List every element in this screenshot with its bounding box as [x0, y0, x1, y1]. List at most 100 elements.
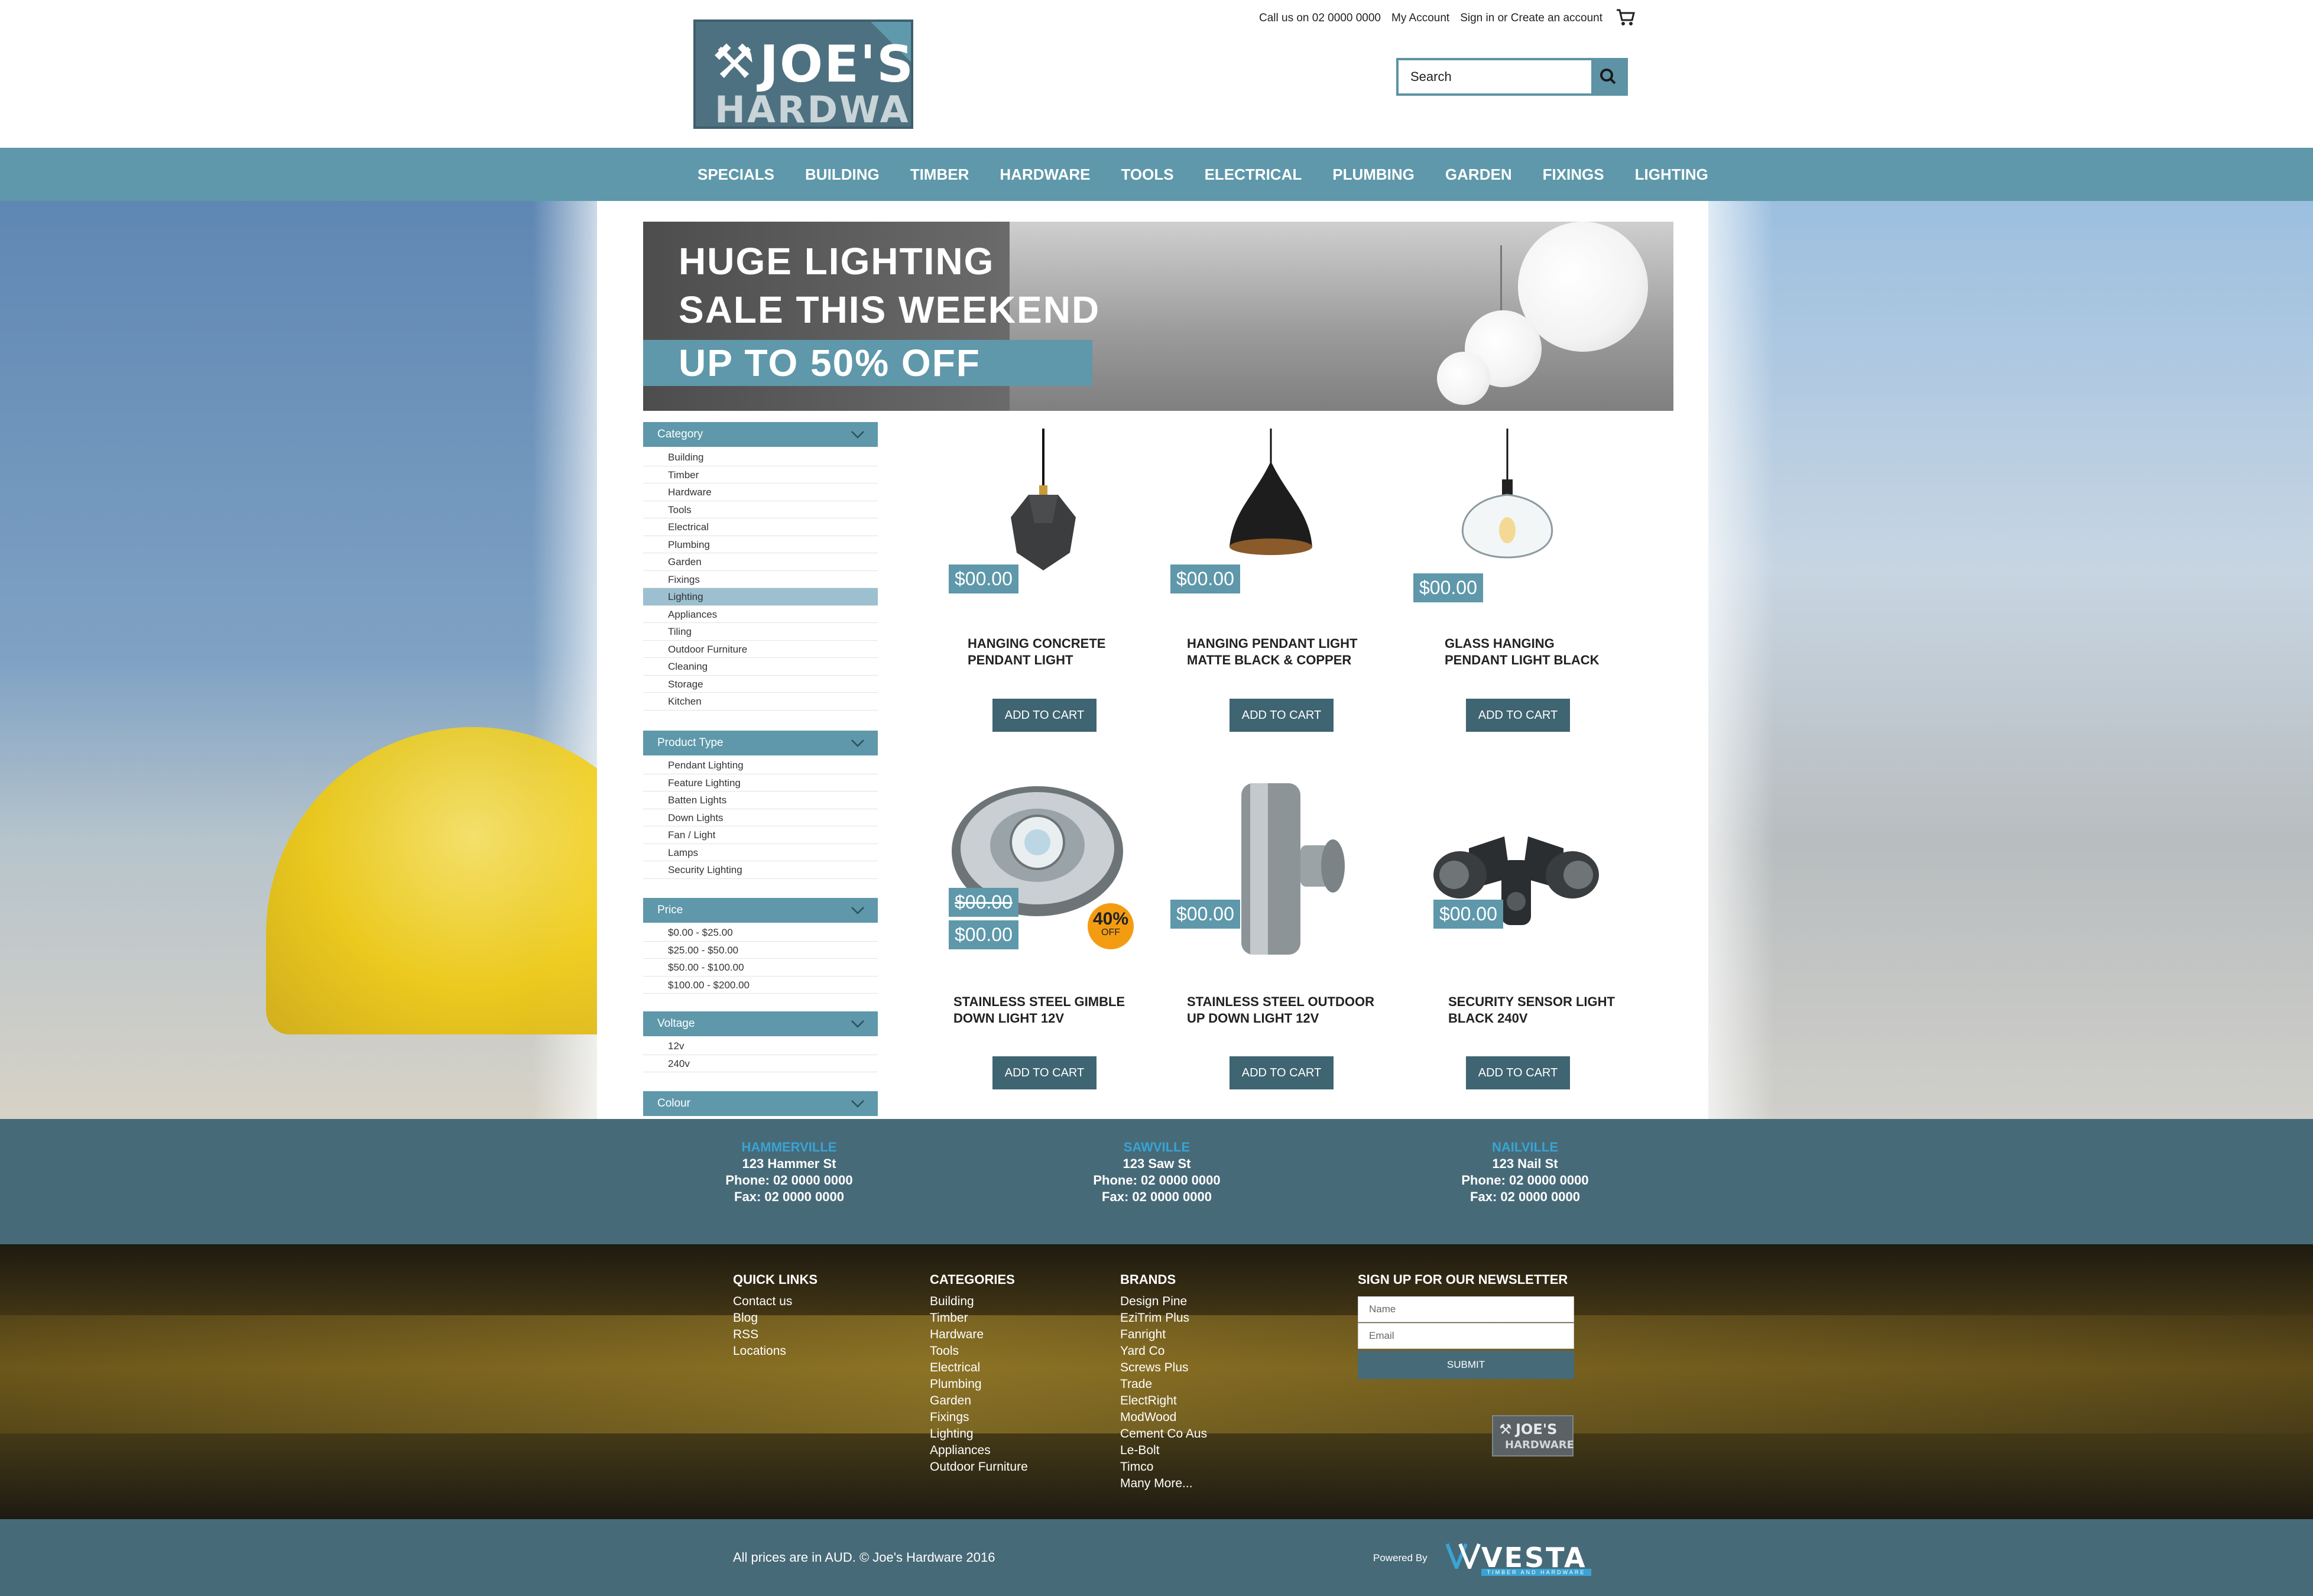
footer-link[interactable]: Yard Co: [1120, 1343, 1207, 1360]
footer-link[interactable]: Cement Co Aus: [1120, 1426, 1207, 1442]
location-name[interactable]: SAWVILLE: [1056, 1139, 1257, 1156]
nav-tools[interactable]: TOOLS: [1121, 166, 1173, 184]
nav-timber[interactable]: TIMBER: [910, 166, 969, 184]
filter-voltage-item[interactable]: 12v: [643, 1037, 878, 1055]
nav-electrical[interactable]: ELECTRICAL: [1205, 166, 1302, 184]
filter-category-item[interactable]: Kitchen: [643, 693, 878, 711]
filter-price-item[interactable]: $25.00 - $50.00: [643, 942, 878, 959]
newsletter-submit-button[interactable]: SUBMIT: [1358, 1351, 1574, 1379]
footer-link[interactable]: Many More...: [1120, 1475, 1207, 1492]
footer-link[interactable]: Timber: [930, 1310, 1028, 1326]
filter-product-type-item[interactable]: Batten Lights: [643, 791, 878, 809]
filter-category-item[interactable]: Building: [643, 449, 878, 466]
filter-product-type-item[interactable]: Lamps: [643, 844, 878, 861]
filter-category-item[interactable]: Plumbing: [643, 536, 878, 553]
footer-link[interactable]: Garden: [930, 1393, 1028, 1409]
vesta-logo[interactable]: VESTA TIMBER AND HARDWARE: [1446, 1540, 1594, 1576]
location-name[interactable]: NAILVILLE: [1425, 1139, 1626, 1156]
footer-link[interactable]: Tools: [930, 1343, 1028, 1360]
filter-voltage-item[interactable]: 240v: [643, 1055, 878, 1072]
filter-category-item[interactable]: Tiling: [643, 623, 878, 641]
filter-product-type-item[interactable]: Down Lights: [643, 809, 878, 826]
footer-link[interactable]: Blog: [733, 1310, 818, 1326]
filter-product-type-item[interactable]: Feature Lighting: [643, 774, 878, 791]
footer-link[interactable]: Design Pine: [1120, 1293, 1207, 1310]
product-name[interactable]: STAINLESS STEEL OUTDOOR UP DOWN LIGHT 12…: [1187, 994, 1374, 1027]
nav-plumbing[interactable]: PLUMBING: [1332, 166, 1415, 184]
footer-link[interactable]: Building: [930, 1293, 1028, 1310]
footer-link[interactable]: Timco: [1120, 1459, 1207, 1475]
filter-colour-header[interactable]: Colour: [643, 1091, 878, 1116]
filter-product-type-item[interactable]: Security Lighting: [643, 861, 878, 879]
filter-price-item[interactable]: $0.00 - $25.00: [643, 924, 878, 942]
filter-price-item[interactable]: $50.00 - $100.00: [643, 959, 878, 977]
filter-category-item[interactable]: Tools: [643, 501, 878, 518]
footer-logo[interactable]: ⚒ JOE'S HARDWARE: [1492, 1415, 1574, 1456]
newsletter-name-input[interactable]: [1358, 1296, 1574, 1322]
filter-category-item[interactable]: Cleaning: [643, 658, 878, 676]
footer-link[interactable]: Appliances: [930, 1442, 1028, 1459]
filter-product-type-item[interactable]: Fan / Light: [643, 826, 878, 844]
product-name[interactable]: STAINLESS STEEL GIMBLE DOWN LIGHT 12V: [953, 994, 1125, 1027]
hero-banner[interactable]: HUGE LIGHTING SALE THIS WEEKEND UP TO 50…: [643, 222, 1673, 411]
product-name[interactable]: HANGING PENDANT LIGHT MATTE BLACK & COPP…: [1187, 635, 1357, 669]
filter-category-item-active[interactable]: Lighting: [643, 588, 878, 606]
joes-hardware-logo[interactable]: ⚒ JOE'S HARDWARE: [693, 20, 913, 129]
add-to-cart-button[interactable]: ADD TO CART: [1466, 1056, 1570, 1089]
filter-price-item[interactable]: $100.00 - $200.00: [643, 977, 878, 994]
newsletter-email-input[interactable]: [1358, 1323, 1574, 1349]
filter-category-item[interactable]: Garden: [643, 553, 878, 571]
filter-category-item[interactable]: Storage: [643, 676, 878, 693]
footer-link[interactable]: Plumbing: [930, 1376, 1028, 1393]
footer-link[interactable]: Screws Plus: [1120, 1360, 1207, 1376]
footer-link[interactable]: Hardware: [930, 1326, 1028, 1343]
filter-price-header[interactable]: Price: [643, 898, 878, 923]
footer-link[interactable]: Trade: [1120, 1376, 1207, 1393]
footer-link[interactable]: Fanright: [1120, 1326, 1207, 1343]
shopping-cart-icon[interactable]: [1616, 8, 1635, 26]
product-name[interactable]: HANGING CONCRETE PENDANT LIGHT: [968, 635, 1105, 669]
add-to-cart-button[interactable]: ADD TO CART: [1230, 699, 1334, 732]
nav-fixings[interactable]: FIXINGS: [1543, 166, 1604, 184]
footer-link[interactable]: EziTrim Plus: [1120, 1310, 1207, 1326]
footer-link[interactable]: ElectRight: [1120, 1393, 1207, 1409]
search-button[interactable]: [1591, 60, 1626, 93]
filter-category-item[interactable]: Outdoor Furniture: [643, 641, 878, 658]
product-old-price: $00.00: [949, 888, 1018, 917]
my-account-link[interactable]: My Account: [1391, 12, 1449, 25]
filter-category-item[interactable]: Appliances: [643, 606, 878, 623]
add-to-cart-button[interactable]: ADD TO CART: [992, 699, 1097, 732]
sign-in-link[interactable]: Sign in or Create an account: [1460, 12, 1602, 25]
footer-link[interactable]: ModWood: [1120, 1409, 1207, 1426]
filter-category-item[interactable]: Fixings: [643, 571, 878, 588]
add-to-cart-button[interactable]: ADD TO CART: [1230, 1056, 1334, 1089]
footer-link[interactable]: Locations: [733, 1343, 818, 1360]
filter-product-type-header[interactable]: Product Type: [643, 731, 878, 755]
nav-lighting[interactable]: LIGHTING: [1635, 166, 1708, 184]
product-name[interactable]: GLASS HANGING PENDANT LIGHT BLACK: [1445, 635, 1600, 669]
outdoor-up-down-light-image[interactable]: [1230, 780, 1348, 958]
nav-specials[interactable]: SPECIALS: [698, 166, 774, 184]
nav-garden[interactable]: GARDEN: [1445, 166, 1512, 184]
footer-link[interactable]: RSS: [733, 1326, 818, 1343]
filter-category-item[interactable]: Timber: [643, 466, 878, 484]
footer-link[interactable]: Fixings: [930, 1409, 1028, 1426]
glass-pendant-image[interactable]: [1451, 429, 1563, 588]
product-name[interactable]: SECURITY SENSOR LIGHT BLACK 240V: [1448, 994, 1615, 1027]
filter-category-header[interactable]: Category: [643, 422, 878, 447]
nav-building[interactable]: BUILDING: [805, 166, 880, 184]
footer-link[interactable]: Outdoor Furniture: [930, 1459, 1028, 1475]
footer-link[interactable]: Contact us: [733, 1293, 818, 1310]
filter-product-type-item[interactable]: Pendant Lighting: [643, 757, 878, 774]
add-to-cart-button[interactable]: ADD TO CART: [992, 1056, 1097, 1089]
nav-hardware[interactable]: HARDWARE: [1000, 166, 1090, 184]
filter-category-item[interactable]: Electrical: [643, 518, 878, 536]
footer-link[interactable]: Le-Bolt: [1120, 1442, 1207, 1459]
location-name[interactable]: HAMMERVILLE: [689, 1139, 890, 1156]
filter-voltage-header[interactable]: Voltage: [643, 1011, 878, 1036]
footer-link[interactable]: Lighting: [930, 1426, 1028, 1442]
footer-link[interactable]: Electrical: [930, 1360, 1028, 1376]
filter-category-item[interactable]: Hardware: [643, 484, 878, 501]
add-to-cart-button[interactable]: ADD TO CART: [1466, 699, 1570, 732]
search-input[interactable]: [1399, 60, 1591, 93]
